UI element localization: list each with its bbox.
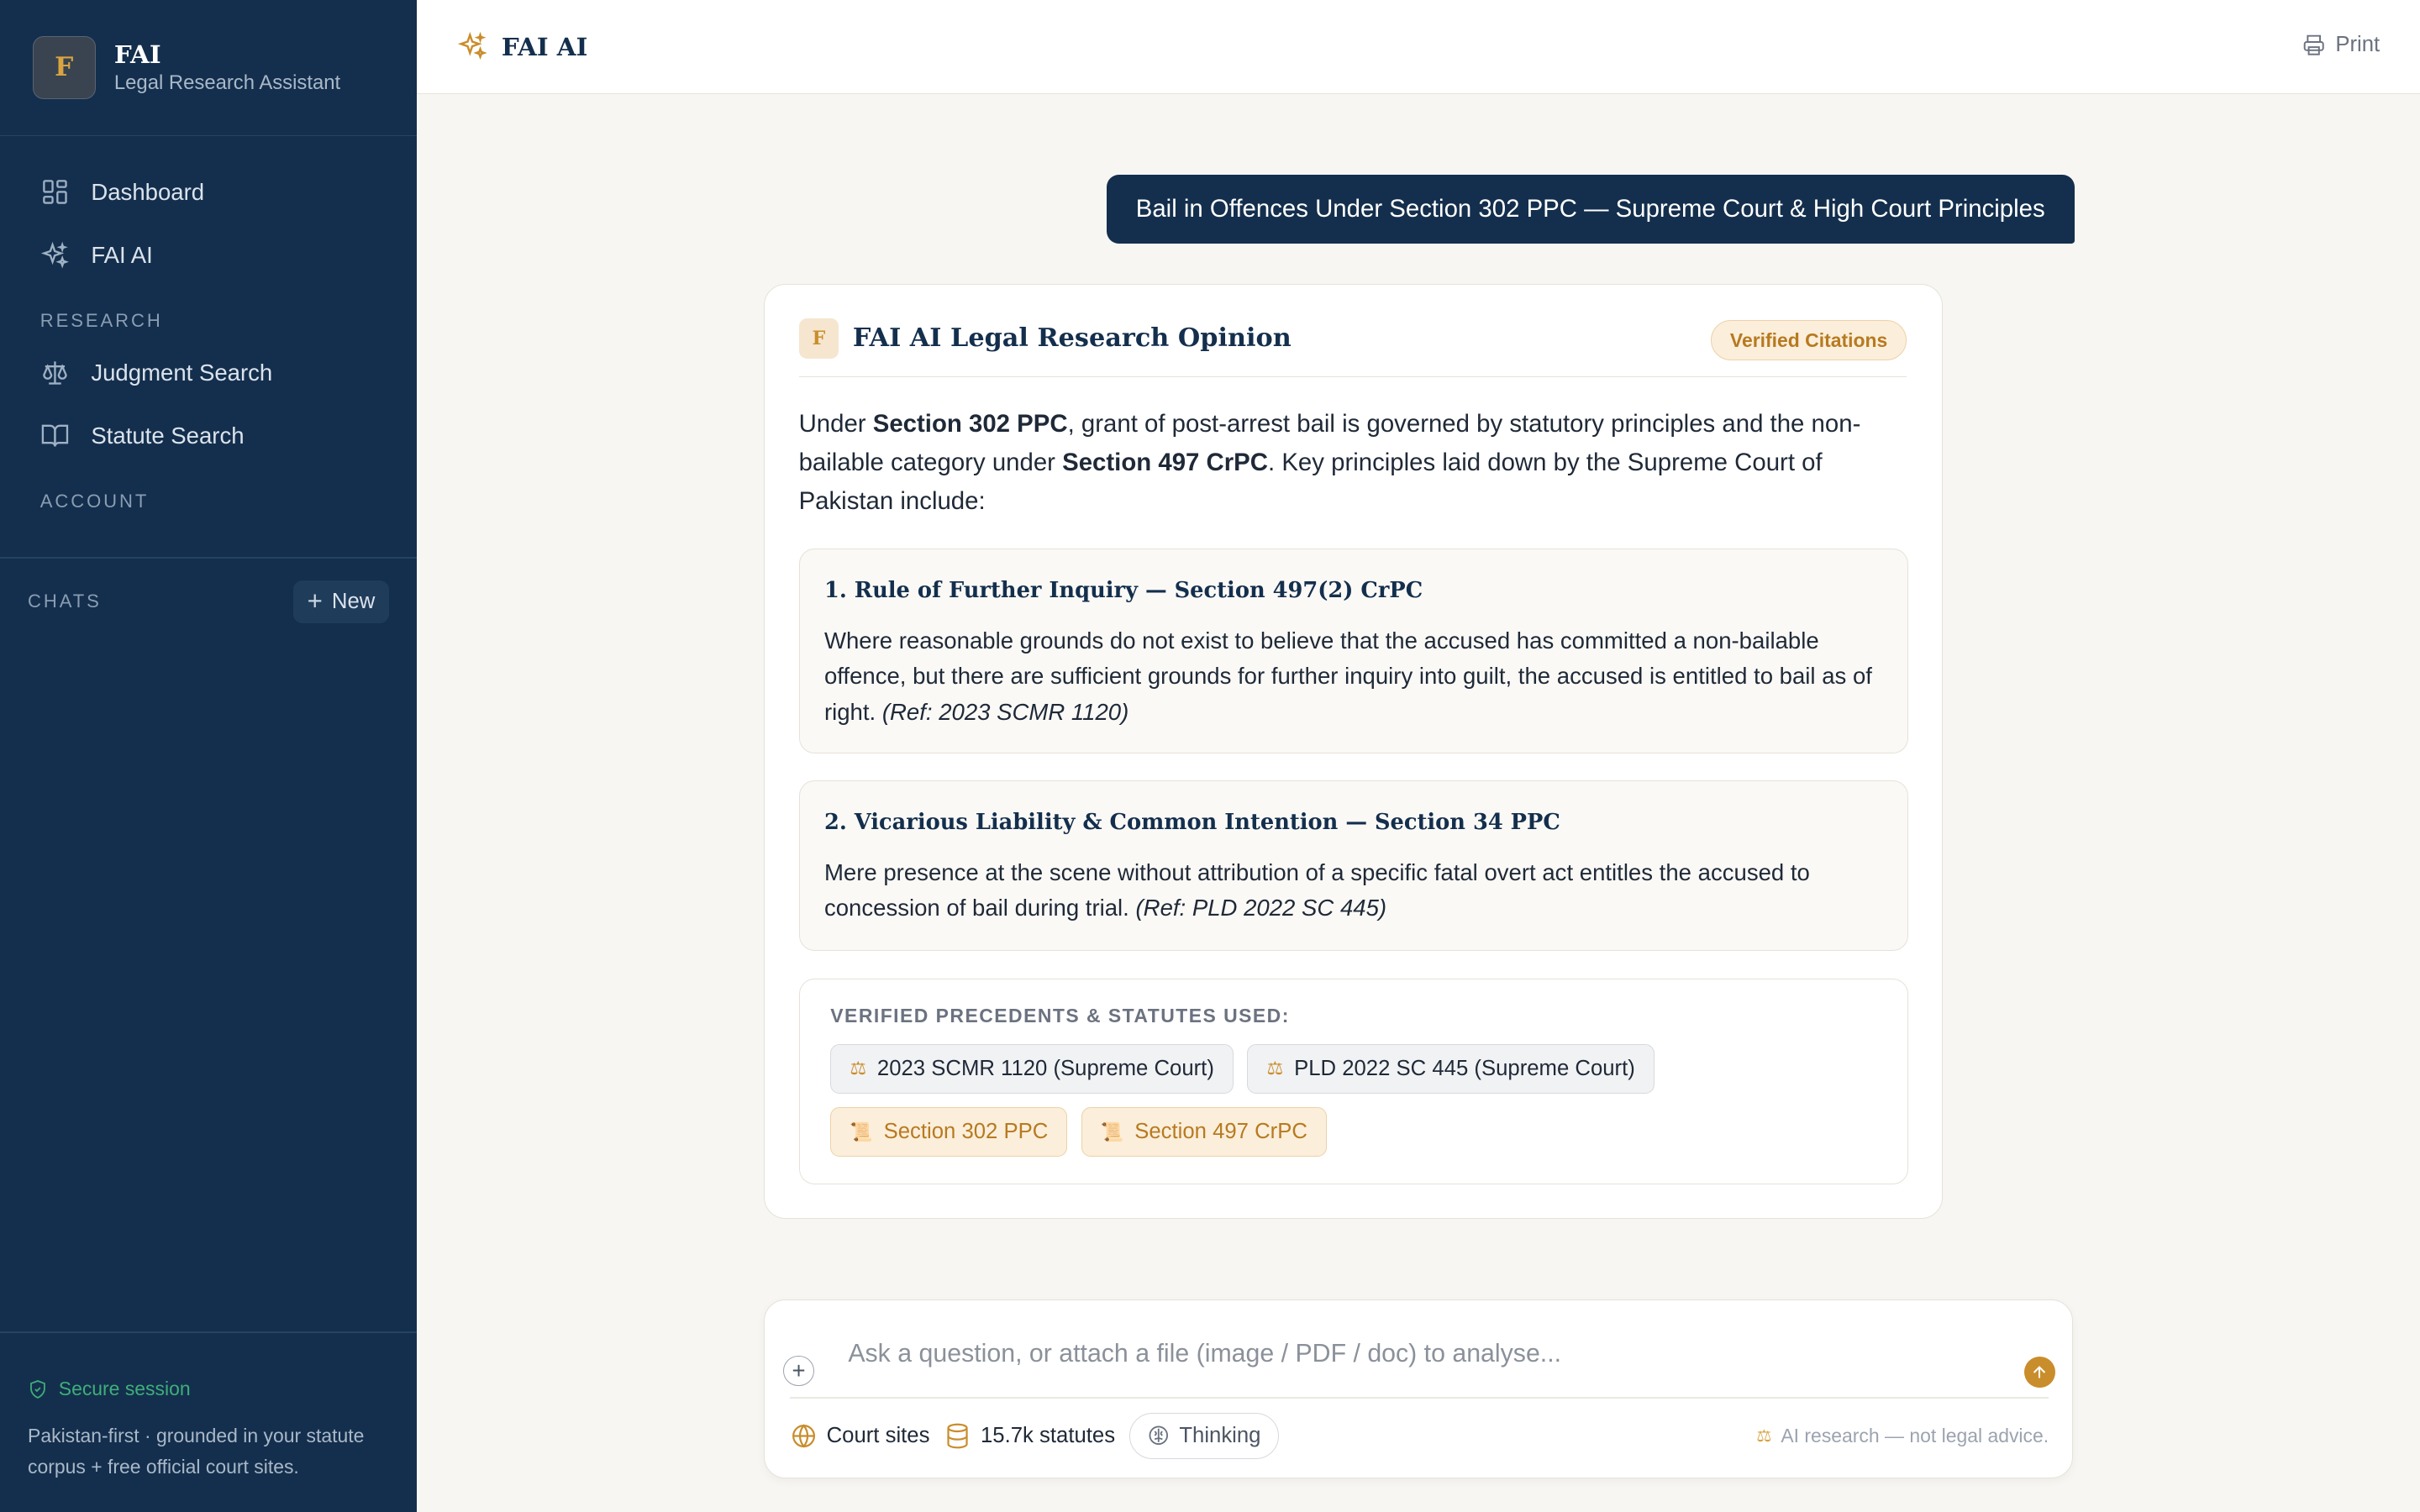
sidebar-item-statute-search[interactable]: Statute Search [0,404,417,467]
precedent-chip[interactable]: ⚖ PLD 2022 SC 445 (Supreme Court) [1247,1044,1655,1094]
verified-sources-panel: VERIFIED PRECEDENTS & STATUTES USED: ⚖ 2… [798,979,1909,1184]
opinion-card: F FAI AI Legal Research Opinion Verified… [764,283,1944,1219]
section-label-research: RESEARCH [39,309,163,331]
precedent-chip[interactable]: ⚖ 2023 SCMR 1120 (Supreme Court) [830,1044,1234,1094]
principle-title: 1. Rule of Further Inquiry — Section 497… [823,578,1423,604]
opinion-title: FAI AI Legal Research Opinion [852,323,1292,354]
sidebar-nav: Dashboard FAI AI RESEARCH Judgment Searc… [0,136,417,512]
scroll-icon: 📜 [850,1121,873,1142]
principle-card: 1. Rule of Further Inquiry — Section 497… [798,549,1909,754]
sidebar: F FAI Legal Research Assistant Dashboard… [0,0,417,1512]
sidebar-divider [0,1331,417,1333]
brand-logo: F [32,35,96,99]
statutes-toggle[interactable]: 15.7k statutes [944,1413,1115,1459]
brain-icon [1149,1425,1168,1446]
disclaimer: ⚖ AI research — not legal advice. [1756,1425,2049,1447]
brand-name: FAI [113,39,161,69]
send-button[interactable] [2023,1357,2055,1389]
brand: F FAI Legal Research Assistant [0,0,417,136]
principle-ref: (Ref: PLD 2022 SC 445) [1135,894,1387,921]
sparkles-icon [40,241,69,268]
brand-subtitle: Legal Research Assistant [113,71,341,94]
footer-note: Pakistan-first · grounded in your statut… [28,1425,365,1478]
sidebar-item-dashboard[interactable]: Dashboard [0,160,417,223]
statute-chip[interactable]: 📜 Section 497 CrPC [1081,1107,1327,1158]
verified-sources-label: VERIFIED PRECEDENTS & STATUTES USED: [830,1004,1290,1026]
opinion-header: F FAI AI Legal Research Opinion Verified… [798,318,1907,378]
chats-label: CHATS [28,591,102,612]
app-root: F FAI Legal Research Assistant Dashboard… [0,0,2420,1512]
sparkles-icon [457,31,487,60]
printer-icon [2303,34,2324,55]
print-button[interactable]: Print [2302,33,2380,57]
sidebar-item-fai-ai[interactable]: FAI AI [0,223,417,286]
topbar: FAI AI Print [416,0,2420,95]
principle-text: Where reasonable grounds do not exist to… [823,627,1872,725]
scroll-icon: 📜 [1100,1121,1124,1142]
thinking-toggle[interactable]: Thinking [1128,1412,1279,1459]
sidebar-item-label: Dashboard [91,178,205,205]
arrow-up-icon [2033,1365,2046,1378]
principle-ref: (Ref: 2023 SCMR 1120) [881,698,1129,725]
scales-icon [42,361,67,385]
scales-icon: ⚖ [1266,1058,1284,1079]
opinion-intro: Under Section 302 PPC, grant of post-arr… [798,410,1861,516]
sidebar-divider [0,557,417,559]
chats-header: CHATS + New [28,580,389,624]
plus-icon: + [792,1357,806,1383]
composer: + Court sites 15.7k statutes Thinking ⚖ … [764,1299,2073,1478]
sidebar-item-label: Statute Search [91,422,245,449]
page-title: FAI AI [457,31,587,62]
section-label-account: ACCOUNT [39,490,150,512]
dashboard-icon [42,180,67,204]
attach-file-button[interactable]: + [783,1355,814,1387]
verified-citations-badge: Verified Citations [1710,320,1907,360]
secure-session-indicator: Secure session [28,1378,398,1400]
principle-card: 2. Vicarious Liability & Common Intentio… [798,780,1909,952]
court-sites-toggle[interactable]: Court sites [790,1413,929,1459]
composer-divider [789,1397,2049,1399]
composer-tools: Court sites 15.7k statutes Thinking [790,1412,1293,1459]
plus-icon: + [307,586,323,617]
book-icon [41,425,68,448]
chat-input[interactable] [848,1333,1991,1374]
new-chat-button[interactable]: + New [293,580,389,624]
globe-icon [792,1424,815,1448]
scales-icon: ⚖ [850,1058,867,1079]
statute-chip[interactable]: 📜 Section 302 PPC [830,1107,1068,1158]
database-icon [947,1423,968,1448]
shield-icon [30,1379,45,1399]
sidebar-footer: Secure session Pakistan-first · grounded… [28,1378,398,1482]
principle-text: Mere presence at the scene without attri… [823,858,1810,921]
user-message: Bail in Offences Under Section 302 PPC —… [1106,174,2075,244]
principle-title: 2. Vicarious Liability & Common Intentio… [823,809,1560,835]
sidebar-item-judgment-search[interactable]: Judgment Search [0,341,417,404]
sidebar-item-label: FAI AI [91,241,153,268]
scales-icon: ⚖ [1756,1427,1772,1446]
opinion-avatar: F [798,318,839,360]
sidebar-item-label: Judgment Search [91,359,273,386]
